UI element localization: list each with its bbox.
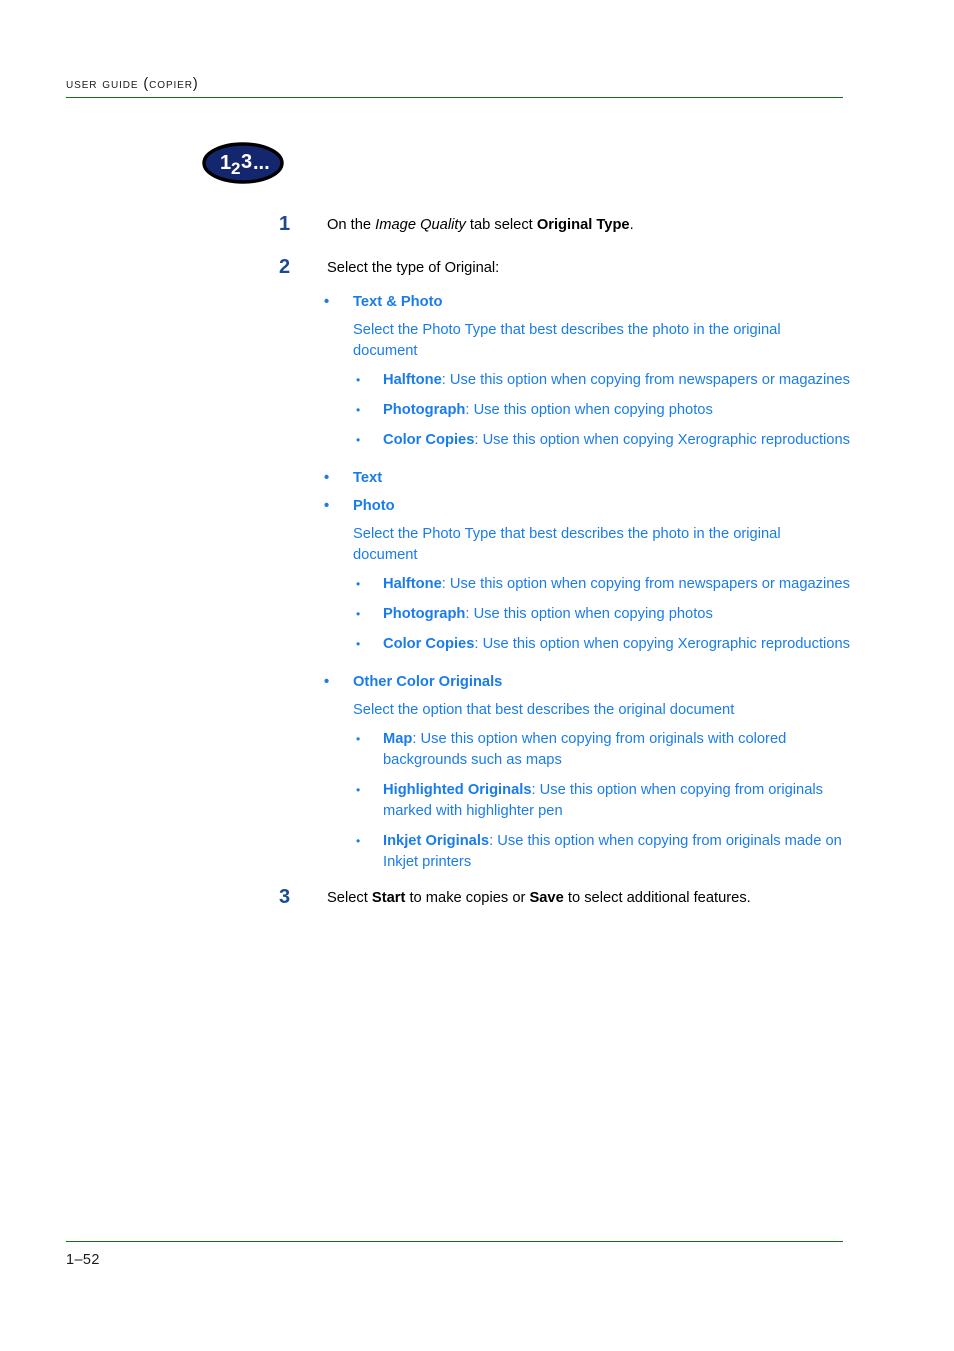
step-1-text-after: . [629, 217, 634, 233]
option-text-and-photo[interactable]: • Text & Photo Select the Photo Type tha… [0, 292, 954, 362]
bullet-icon: • [356, 403, 361, 417]
step-1-text-before: On the [327, 217, 376, 233]
bullet-icon: • [356, 834, 361, 848]
suboption-color-copies[interactable]: • Color Copies: Use this option when copy… [353, 634, 866, 655]
step-2-number: 2 [279, 256, 291, 278]
step-2: 2 Select the type of Original: • Text & … [0, 257, 954, 873]
suboption-desc: : Use this option when copying from news… [441, 576, 850, 592]
step-1-text: On the Image Quality tab select Original… [327, 214, 857, 236]
bullet-icon: • [324, 470, 330, 486]
bullet-icon: • [324, 498, 330, 514]
step-3-text-mid: to make copies or [405, 890, 530, 906]
option-title: Photo [353, 498, 395, 514]
option-group-other-color-originals: • Other Color Originals Select the optio… [0, 672, 954, 873]
option-group-photo: • Photo Select the Photo Type that best … [0, 496, 954, 655]
option-photo[interactable]: • Photo Select the Photo Type that best … [0, 496, 954, 566]
suboption-desc: : Use this option when copying from news… [441, 372, 850, 388]
option-text[interactable]: • Text [0, 468, 954, 489]
svg-text:2: 2 [231, 159, 240, 178]
suboption-list: • Halftone: Use this option when copying … [0, 574, 954, 655]
running-header-title: User Guide (Copier) [66, 76, 199, 92]
option-description: Select the option that best describes th… [353, 702, 735, 718]
suboption-color-copies[interactable]: • Color Copies: Use this option when copy… [353, 430, 866, 451]
option-title: Other Color Originals [353, 674, 503, 690]
suboption-term: Halftone [383, 372, 442, 388]
suboption-photograph[interactable]: • Photograph: Use this option when copyin… [353, 400, 866, 421]
step-3-text-after: to select additional features. [563, 890, 751, 906]
suboption-desc: : Use this option when copying from orig… [383, 731, 787, 768]
suboption-halftone[interactable]: • Halftone: Use this option when copying … [353, 574, 866, 595]
step-1-bold-term: Original Type [536, 217, 630, 233]
step-2-text: Select the type of Original: [327, 260, 500, 276]
suboption-desc: : Use this option when copying Xerograph… [474, 636, 850, 652]
suboption-halftone[interactable]: • Halftone: Use this option when copying … [353, 370, 866, 391]
bullet-icon: • [356, 732, 361, 746]
suboption-term: Color Copies [383, 432, 475, 448]
step-1-italic-term: Image Quality [375, 217, 466, 233]
svg-text:1: 1 [220, 152, 231, 174]
suboption-list: • Halftone: Use this option when copying … [0, 370, 954, 451]
option-description: Select the Photo Type that best describe… [353, 526, 781, 563]
step-3-text: Select Start to make copies or Save to s… [327, 887, 887, 909]
suboption-term: Halftone [383, 576, 442, 592]
suboption-term: Color Copies [383, 636, 475, 652]
svg-text:...: ... [253, 152, 270, 174]
suboption-desc: : Use this option when copying photos [465, 606, 713, 622]
option-other-color-originals[interactable]: • Other Color Originals Select the optio… [0, 672, 954, 721]
svg-text:3: 3 [241, 151, 252, 173]
suboption-list: • Map: Use this option when copying from … [0, 729, 954, 873]
step-3-bold-start: Start [371, 890, 406, 906]
suboption-inkjet-originals[interactable]: • Inkjet Originals: Use this option when … [353, 831, 866, 873]
option-title: Text [353, 470, 383, 486]
suboption-term: Photograph [383, 606, 466, 622]
numbered-steps-badge-icon: 1 2 3 ... [202, 142, 284, 184]
steps-container: 1 On the Image Quality tab select Origin… [0, 214, 954, 909]
option-title: Text & Photo [353, 294, 443, 310]
step-3-text-before: Select [327, 890, 372, 906]
document-page: User Guide (Copier) 1 2 3 ... 1 On the I… [0, 0, 954, 1351]
step-1-number: 1 [279, 213, 291, 235]
page-footer: 1–52 [66, 1241, 843, 1268]
option-group-text-and-photo: • Text & Photo Select the Photo Type tha… [0, 292, 954, 451]
step-3: 3 Select Start to make copies or Save to… [0, 887, 954, 909]
running-header: User Guide (Copier) [66, 76, 843, 98]
bullet-icon: • [356, 607, 361, 621]
bullet-icon: • [356, 577, 361, 591]
header-rule [66, 97, 843, 98]
bullet-icon: • [356, 433, 361, 447]
step-1-text-mid: tab select [465, 217, 537, 233]
suboption-desc: : Use this option when copying Xerograph… [474, 432, 850, 448]
bullet-icon: • [356, 373, 361, 387]
original-type-options: • Text & Photo Select the Photo Type tha… [0, 292, 954, 873]
footer-rule [66, 1241, 843, 1242]
suboption-desc: : Use this option when copying photos [465, 402, 713, 418]
step-3-bold-save: Save [529, 890, 564, 906]
step-3-number: 3 [279, 886, 291, 908]
option-description: Select the Photo Type that best describe… [353, 322, 781, 359]
suboption-term: Highlighted Originals [383, 782, 532, 798]
suboption-highlighted-originals[interactable]: • Highlighted Originals: Use this option … [353, 780, 866, 822]
bullet-icon: • [356, 783, 361, 797]
suboption-term: Inkjet Originals [383, 833, 490, 849]
bullet-icon: • [324, 674, 330, 690]
suboption-photograph[interactable]: • Photograph: Use this option when copyin… [353, 604, 866, 625]
suboption-term: Photograph [383, 402, 466, 418]
option-group-text: • Text [0, 468, 954, 489]
page-number: 1–52 [66, 1252, 100, 1268]
bullet-icon: • [356, 637, 361, 651]
suboption-term: Map [383, 731, 413, 747]
step-1: 1 On the Image Quality tab select Origin… [0, 214, 954, 236]
bullet-icon: • [324, 294, 330, 310]
suboption-map[interactable]: • Map: Use this option when copying from … [353, 729, 866, 771]
